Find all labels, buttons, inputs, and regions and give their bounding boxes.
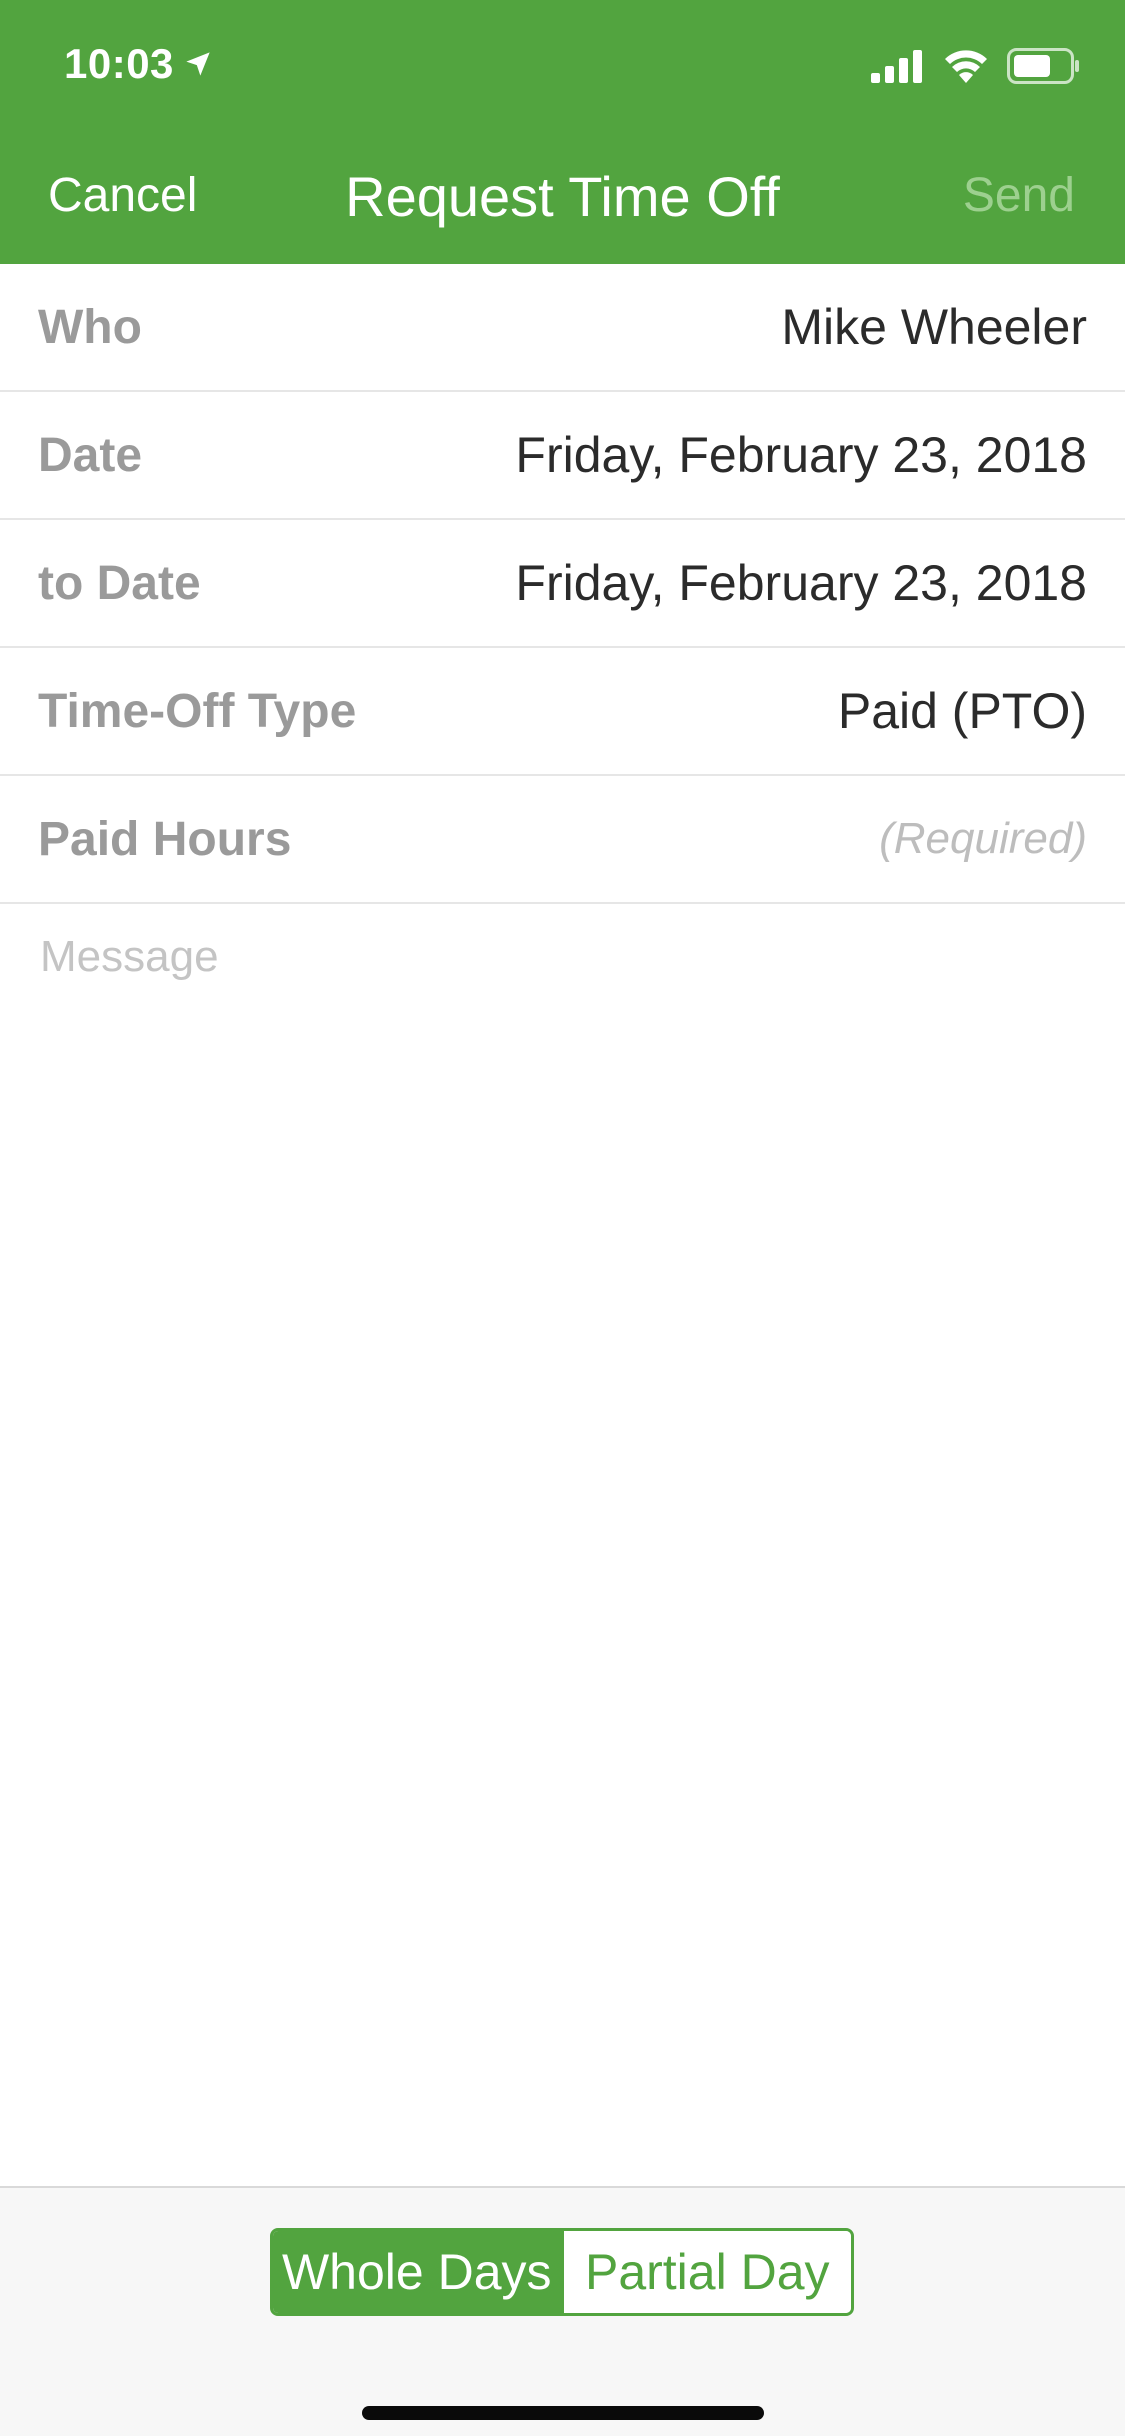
paid-hours-input[interactable]: (Required) <box>879 814 1087 864</box>
signal-icon <box>871 49 925 88</box>
home-indicator <box>362 2406 764 2420</box>
row-label: Paid Hours <box>38 812 292 866</box>
row-value: Friday, February 23, 2018 <box>515 427 1087 483</box>
row-date[interactable]: Date Friday, February 23, 2018 <box>0 392 1125 520</box>
row-time-off-type[interactable]: Time-Off Type Paid (PTO) <box>0 648 1125 776</box>
row-value: Friday, February 23, 2018 <box>515 555 1087 611</box>
wifi-icon <box>943 49 989 88</box>
page-title: Request Time Off <box>345 165 780 228</box>
row-label: Date <box>38 428 143 482</box>
row-label: to Date <box>38 556 201 610</box>
row-to-date[interactable]: to Date Friday, February 23, 2018 <box>0 520 1125 648</box>
header-bar: 10:03 Cancel Request Time Off Send <box>0 0 1125 264</box>
segment-partial-day[interactable]: Partial Day <box>560 2231 851 2313</box>
send-button[interactable]: Send <box>963 168 1075 223</box>
location-arrow-icon <box>184 50 212 78</box>
request-form: Who Mike Wheeler Date Friday, February 2… <box>0 264 1125 1010</box>
row-who[interactable]: Who Mike Wheeler <box>0 264 1125 392</box>
battery-icon <box>1007 48 1081 89</box>
row-label: Who <box>38 300 142 354</box>
screen: 10:03 Cancel Request Time Off Send Who M… <box>0 0 1125 2436</box>
status-time-text: 10:03 <box>64 40 174 87</box>
status-icons <box>871 48 1081 89</box>
row-value: Paid (PTO) <box>837 683 1087 739</box>
segment-whole-days[interactable]: Whole Days <box>273 2231 561 2313</box>
row-value: Mike Wheeler <box>781 299 1087 355</box>
row-paid-hours[interactable]: Paid Hours (Required) <box>0 776 1125 904</box>
message-field[interactable]: Message <box>0 904 1125 1010</box>
bottom-bar: Whole Days Partial Day <box>0 2186 1125 2436</box>
row-label: Time-Off Type <box>38 684 357 738</box>
day-type-segmented-control: Whole Days Partial Day <box>270 2228 854 2316</box>
status-time: 10:03 <box>64 40 212 88</box>
